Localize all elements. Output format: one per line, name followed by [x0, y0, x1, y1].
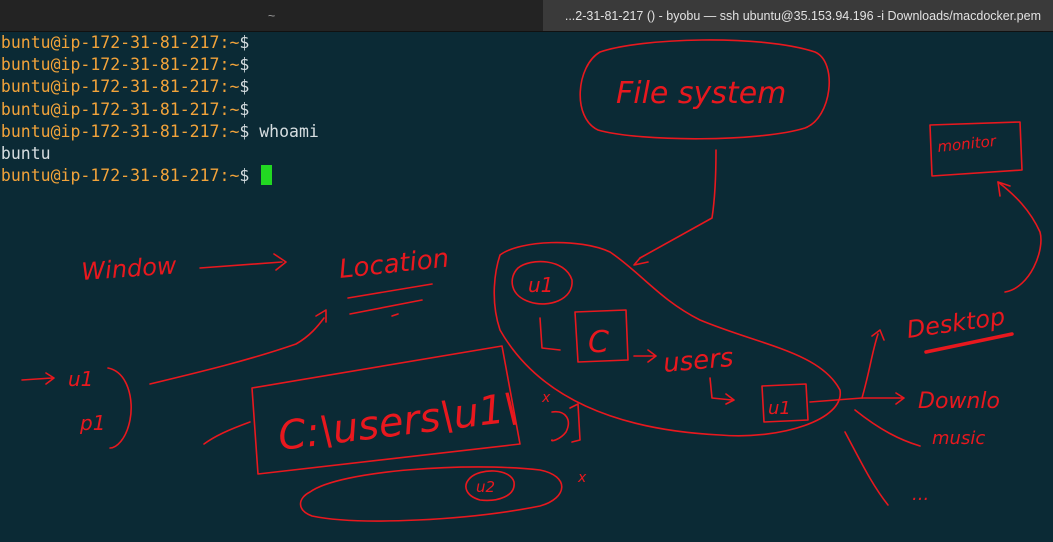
prompt-colon: :: [219, 121, 230, 141]
prompt-user: ubuntu: [0, 166, 51, 186]
prompt-command: whoami: [249, 121, 319, 141]
terminal-prompt-line: ubuntu@ip-172-31-81-217:~$ whoami: [0, 121, 319, 143]
prompt-dollar: $: [239, 166, 250, 186]
prompt-at: @: [50, 121, 61, 141]
prompt-colon: :: [219, 33, 230, 52]
terminal-pane[interactable]: ubuntu@ip-172-31-81-217:~$ubuntu@ip-172-…: [0, 32, 1053, 542]
tab-home-label: ~: [267, 8, 276, 23]
terminal-output-line: ubuntu: [0, 143, 319, 165]
prompt-path: ~: [229, 55, 240, 75]
prompt-host: ip-172-31-81-217: [60, 99, 220, 119]
prompt-at: @: [50, 77, 61, 97]
tab-ssh-session-label: ...2-31-81-217 () - byobu — ssh ubuntu@3…: [564, 8, 1041, 23]
prompt-command: [249, 166, 259, 185]
output-text: ubuntu: [0, 143, 51, 163]
prompt-host: ip-172-31-81-217: [60, 55, 220, 75]
prompt-path: ~: [229, 121, 240, 141]
prompt-at: @: [50, 166, 61, 186]
prompt-dollar: $: [239, 99, 250, 119]
prompt-colon: :: [219, 166, 230, 186]
prompt-colon: :: [219, 99, 230, 119]
prompt-path: ~: [229, 33, 240, 52]
prompt-dollar: $: [239, 55, 250, 75]
prompt-host: ip-172-31-81-217: [60, 77, 220, 97]
prompt-at: @: [50, 33, 61, 52]
prompt-path: ~: [229, 77, 240, 97]
terminal-cursor[interactable]: [261, 165, 273, 186]
tab-ssh-session[interactable]: ...2-31-81-217 () - byobu — ssh ubuntu@3…: [543, 0, 1053, 31]
terminal-prompt-line: ubuntu@ip-172-31-81-217:~$: [0, 99, 319, 121]
prompt-user: ubuntu: [0, 33, 51, 52]
prompt-at: @: [50, 99, 61, 119]
prompt-colon: :: [219, 77, 230, 97]
prompt-path: ~: [229, 99, 240, 119]
prompt-dollar: $: [239, 77, 250, 97]
terminal-prompt-line: ubuntu@ip-172-31-81-217:~$: [0, 32, 319, 54]
tab-bar: ~ ...2-31-81-217 () - byobu — ssh ubuntu…: [0, 0, 1053, 32]
prompt-user: ubuntu: [0, 77, 51, 97]
prompt-colon: :: [219, 55, 230, 75]
prompt-host: ip-172-31-81-217: [60, 121, 220, 141]
terminal-prompt-line: ubuntu@ip-172-31-81-217:~$: [0, 54, 319, 76]
prompt-user: ubuntu: [0, 55, 51, 75]
prompt-user: ubuntu: [0, 121, 51, 141]
prompt-dollar: $: [239, 121, 250, 141]
prompt-path: ~: [229, 166, 240, 186]
tab-home[interactable]: ~: [0, 0, 543, 31]
prompt-at: @: [50, 55, 61, 75]
terminal-output: ubuntu@ip-172-31-81-217:~$ubuntu@ip-172-…: [0, 32, 319, 187]
terminal-prompt-line: ubuntu@ip-172-31-81-217:~$: [0, 76, 319, 98]
terminal-prompt-line: ubuntu@ip-172-31-81-217:~$: [0, 165, 319, 187]
prompt-host: ip-172-31-81-217: [60, 166, 220, 186]
prompt-dollar: $: [239, 33, 250, 52]
prompt-host: ip-172-31-81-217: [60, 33, 220, 52]
prompt-user: ubuntu: [0, 99, 51, 119]
